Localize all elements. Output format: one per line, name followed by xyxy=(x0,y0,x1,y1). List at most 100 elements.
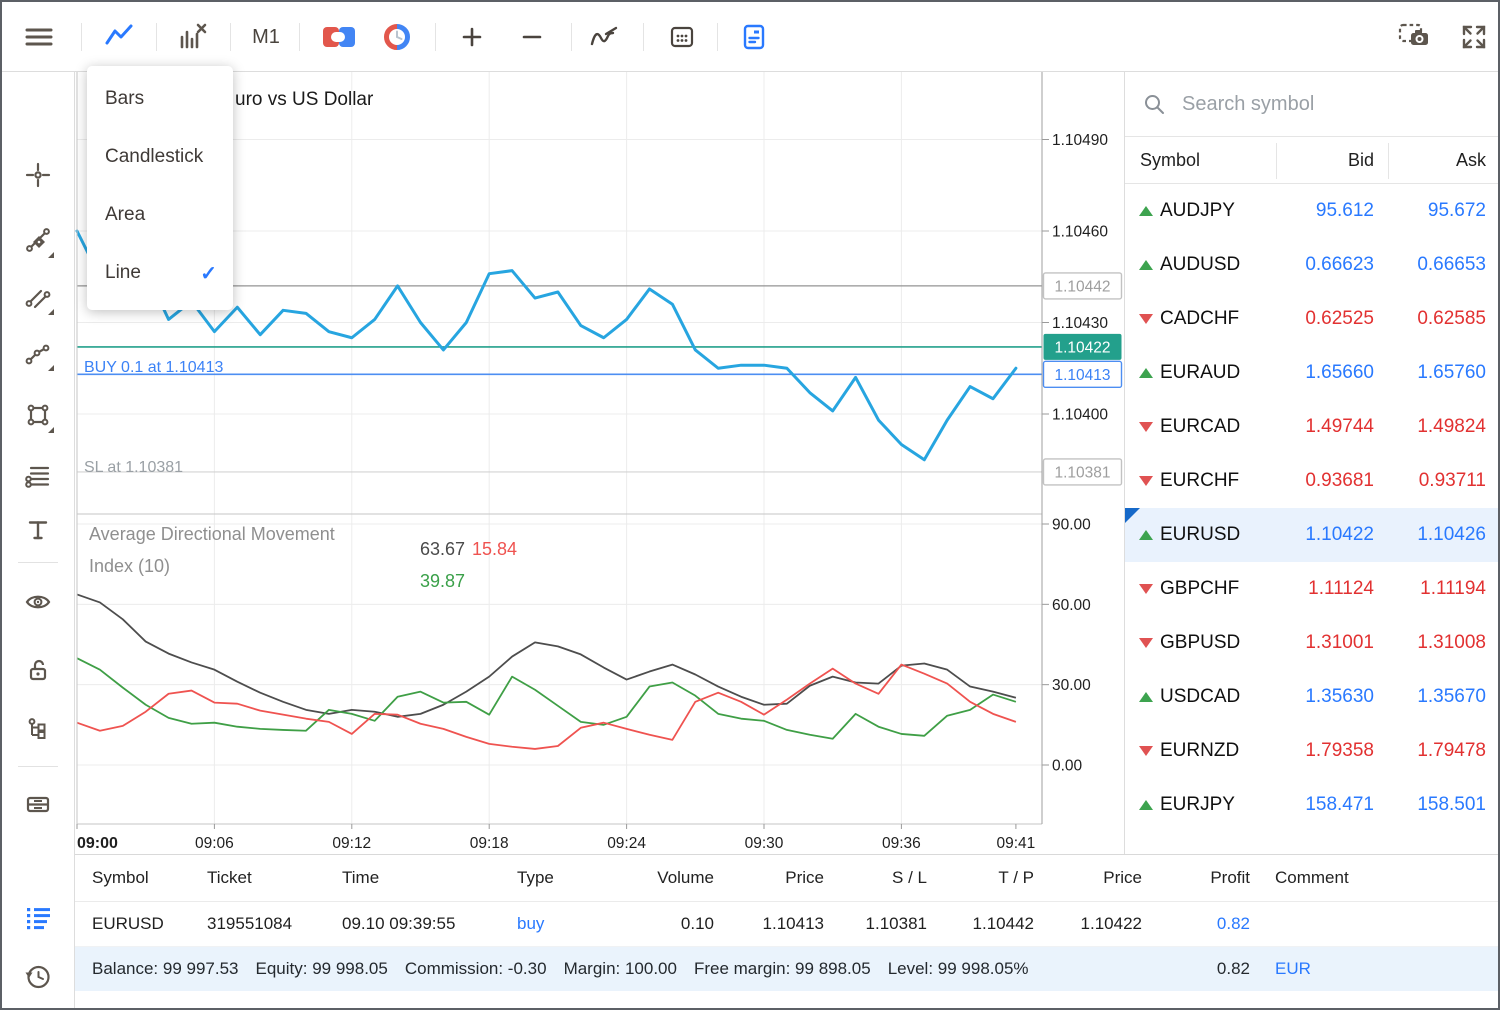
header-separator xyxy=(1276,143,1277,179)
svg-text:1.10413: 1.10413 xyxy=(1054,367,1110,384)
mt5-web-terminal: M1 xyxy=(0,0,1500,1010)
svg-text:09:36: 09:36 xyxy=(882,835,921,852)
calendar-button[interactable] xyxy=(660,15,704,59)
chart-type-button[interactable] xyxy=(97,15,141,59)
trendline-tool-button[interactable] xyxy=(16,218,60,262)
trade-panel-button[interactable] xyxy=(732,15,776,59)
symbol-name: EURAUD xyxy=(1160,362,1269,384)
trade-panel-icon xyxy=(741,23,767,51)
history-tab-button[interactable] xyxy=(16,955,60,999)
crosshair-icon xyxy=(24,161,52,189)
channel-icon xyxy=(24,283,52,311)
channel-tool-button[interactable] xyxy=(16,275,60,319)
ask-value: 1.11194 xyxy=(1374,578,1486,600)
market-watch-row-audjpy[interactable]: AUDJPY95.61295.672 xyxy=(1125,184,1500,238)
ask-value: 0.62585 xyxy=(1374,308,1486,330)
svg-text:1.10460: 1.10460 xyxy=(1052,224,1108,241)
market-watch-row-gbpusd[interactable]: GBPUSD1.310011.31008 xyxy=(1125,616,1500,670)
chart-type-option-bars[interactable]: Bars xyxy=(87,70,233,128)
ask-value: 1.79478 xyxy=(1374,740,1486,762)
market-watch-row-eurcad[interactable]: EURCAD1.497441.49824 xyxy=(1125,400,1500,454)
arrow-glyph xyxy=(1139,260,1153,270)
svg-text:09:06: 09:06 xyxy=(195,835,234,852)
indicators-button[interactable] xyxy=(582,15,626,59)
submenu-corner xyxy=(48,252,54,258)
trade-column-header: Ticket xyxy=(192,868,322,888)
market-watch-row-audusd[interactable]: AUDUSD0.666230.66653 xyxy=(1125,238,1500,292)
screenshot-button[interactable] xyxy=(1392,15,1436,59)
toolbar-separator xyxy=(435,23,436,51)
svg-text:1.10442: 1.10442 xyxy=(1054,278,1110,295)
trade-tab-button[interactable] xyxy=(16,895,60,939)
fullscreen-button[interactable] xyxy=(1452,15,1496,59)
cell-profit: 0.82 xyxy=(1142,914,1250,934)
object-list-button[interactable] xyxy=(16,707,60,751)
market-watch-row-eurnzd[interactable]: EURNZD1.793581.79478 xyxy=(1125,724,1500,778)
market-watch-row-euraud[interactable]: EURAUD1.656601.65760 xyxy=(1125,346,1500,400)
crosshair-tool-button[interactable] xyxy=(16,153,60,197)
market-watch-row-eurchf[interactable]: EURCHF0.936810.93711 xyxy=(1125,454,1500,508)
eye-icon xyxy=(24,588,52,616)
arrow-glyph xyxy=(1139,692,1153,702)
market-watch-panel: Symbol Bid Ask AUDJPY95.61295.672AUDUSD0… xyxy=(1124,72,1500,854)
market-watch-row-gbpchf[interactable]: GBPCHF1.111241.11194 xyxy=(1125,562,1500,616)
chart-type-option-candlestick[interactable]: Candlestick xyxy=(87,128,233,186)
bars-cross-icon xyxy=(176,21,208,53)
trade-list-icon xyxy=(24,903,52,931)
cell-time: 09.10 09:39:55 xyxy=(322,914,497,934)
market-depth-button[interactable] xyxy=(375,15,419,59)
timeframe-button[interactable]: M1 xyxy=(244,15,288,59)
bid-value: 0.66623 xyxy=(1269,254,1374,276)
position-row[interactable]: EURUSD31955108409.10 09:39:55buy0.101.10… xyxy=(75,902,1500,947)
account-metric: Balance: 99 997.53 xyxy=(92,959,239,979)
polyline-tool-button[interactable] xyxy=(16,331,60,375)
drawing-tools-rail xyxy=(2,72,75,1008)
fibonacci-tool-button[interactable] xyxy=(16,453,60,497)
account-metric: Commission: -0.30 xyxy=(405,959,547,979)
market-watch-row-usdcad[interactable]: USDCAD1.356301.35670 xyxy=(1125,670,1500,724)
one-click-trading-icon xyxy=(322,23,356,51)
chart-type-option-line[interactable]: Line✓ xyxy=(87,244,233,302)
symbol-name: CADCHF xyxy=(1160,308,1269,330)
bid-value: 1.11124 xyxy=(1269,578,1374,600)
check-icon: ✓ xyxy=(200,261,217,286)
menu-button[interactable] xyxy=(17,15,61,59)
svg-text:90.00: 90.00 xyxy=(1052,516,1091,533)
object-lock-button[interactable] xyxy=(16,648,60,692)
symbol-name: GBPCHF xyxy=(1160,578,1269,600)
timeframe-label: M1 xyxy=(252,26,280,49)
chart-type-option-label: Area xyxy=(105,204,145,226)
bid-value: 1.35630 xyxy=(1269,686,1374,708)
object-tree-icon xyxy=(24,715,52,743)
bid-value: 158.471 xyxy=(1269,794,1374,816)
top-toolbar: M1 xyxy=(2,2,1498,72)
ask-value: 1.31008 xyxy=(1374,632,1486,654)
trendline-ruler-icon xyxy=(24,226,52,254)
chart-type-option-area[interactable]: Area xyxy=(87,186,233,244)
arrow-glyph xyxy=(1139,800,1153,810)
account-currency: EUR xyxy=(1275,959,1311,979)
account-metric: Margin: 100.00 xyxy=(564,959,677,979)
remove-indicator-button[interactable] xyxy=(170,15,214,59)
object-visibility-button[interactable] xyxy=(16,580,60,624)
market-watch-row-eurjpy[interactable]: EURJPY158.471158.501 xyxy=(1125,778,1500,832)
one-click-trading-button[interactable] xyxy=(317,15,361,59)
account-metric: Level: 99 998.05% xyxy=(888,959,1029,979)
shapes-tool-button[interactable] xyxy=(16,393,60,437)
zoom-out-button[interactable] xyxy=(510,15,554,59)
symbol-search xyxy=(1125,72,1500,137)
print-button[interactable] xyxy=(16,782,60,826)
svg-text:1.10400: 1.10400 xyxy=(1052,407,1108,424)
submenu-corner xyxy=(48,427,54,433)
market-watch-row-cadchf[interactable]: CADCHF0.625250.62585 xyxy=(1125,292,1500,346)
market-watch-row-eurusd[interactable]: EURUSD1.104221.10426 xyxy=(1125,508,1500,562)
shape-rectangle-icon xyxy=(24,401,52,429)
bid-value: 1.31001 xyxy=(1269,632,1374,654)
submenu-corner xyxy=(48,309,54,315)
text-tool-button[interactable] xyxy=(16,508,60,552)
zoom-in-button[interactable] xyxy=(450,15,494,59)
search-input[interactable] xyxy=(1180,92,1486,117)
toolbar-separator xyxy=(81,23,82,51)
cell-type: buy xyxy=(497,914,587,934)
arrow-glyph xyxy=(1139,476,1153,486)
